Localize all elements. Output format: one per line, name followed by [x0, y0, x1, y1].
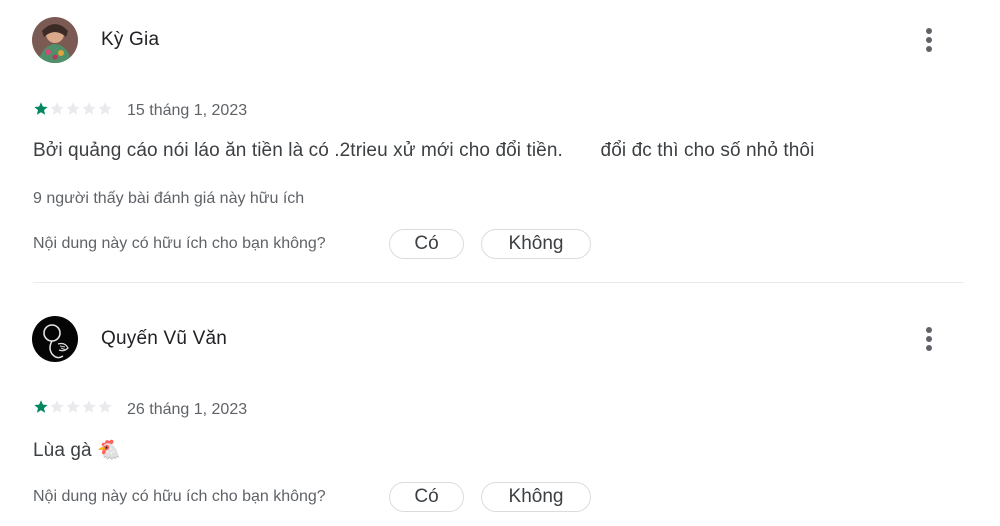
star-icon: [34, 102, 48, 115]
avatar[interactable]: [32, 17, 78, 63]
more-options-button[interactable]: [913, 24, 945, 56]
avatar-image: [32, 316, 78, 362]
star-icon: [34, 400, 48, 413]
author-name: Kỳ Gia: [101, 29, 160, 50]
avatar-image: [32, 17, 78, 63]
helpful-question: Nội dung này có hữu ích cho bạn không?: [33, 488, 326, 505]
star-rating: [33, 399, 113, 415]
star-icon: [50, 400, 64, 413]
author-name: Quyến Vũ Văn: [101, 328, 227, 349]
star-icon: [82, 400, 96, 413]
star-icon: [66, 400, 80, 413]
helpful-count: 9 người thấy bài đánh giá này hữu ích: [33, 190, 305, 207]
divider: [33, 282, 964, 283]
review-date: 15 tháng 1, 2023: [127, 102, 248, 119]
review-card: Quyến Vũ Văn 26 tháng 1, 2023 Lùa gà 🐔 N…: [0, 299, 1000, 526]
helpful-no-button[interactable]: Không: [481, 229, 591, 259]
review-card: Kỳ Gia 15 tháng 1, 2023 Bởi quảng cáo nó…: [0, 0, 1000, 283]
more-options-button[interactable]: [913, 323, 945, 355]
star-icon: [66, 102, 80, 115]
review-text: Lùa gà 🐔: [33, 440, 121, 461]
star-icon: [50, 102, 64, 115]
star-icon: [98, 400, 112, 413]
helpful-question: Nội dung này có hữu ích cho bạn không?: [33, 235, 326, 252]
helpful-yes-button[interactable]: Có: [389, 482, 464, 512]
review-date: 26 tháng 1, 2023: [127, 401, 248, 418]
star-icon: [98, 102, 112, 115]
star-rating: [33, 101, 113, 117]
avatar[interactable]: [32, 316, 78, 362]
review-text: Bởi quảng cáo nói láo ăn tiền là có .2tr…: [33, 140, 815, 161]
star-icon: [82, 102, 96, 115]
helpful-yes-button[interactable]: Có: [389, 229, 464, 259]
helpful-no-button[interactable]: Không: [481, 482, 591, 512]
